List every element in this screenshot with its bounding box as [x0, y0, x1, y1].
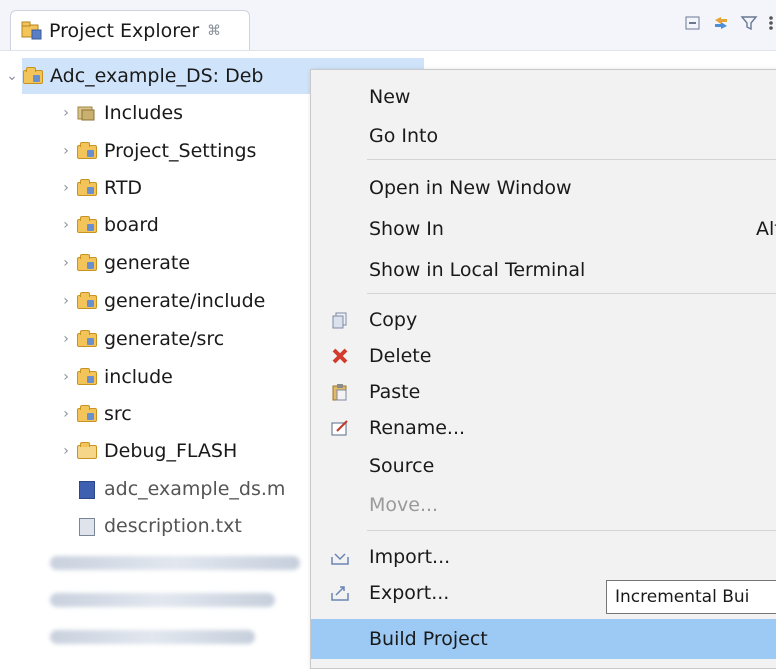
blurred-tree-item [50, 582, 275, 618]
tree-item[interactable]: › RTD [56, 170, 142, 206]
folder-icon [76, 216, 98, 234]
collapse-arrow-icon[interactable]: › [56, 180, 76, 196]
tree-item[interactable]: › Includes [56, 95, 183, 131]
folder-icon [76, 330, 98, 348]
menu-separator [367, 159, 776, 160]
collapse-arrow-icon[interactable]: › [56, 369, 76, 385]
expand-chevron-icon[interactable]: ⌄ [2, 68, 22, 84]
tree-item-label: generate/src [104, 328, 225, 350]
collapse-arrow-icon[interactable]: › [56, 105, 76, 121]
tree-item-label: RTD [104, 177, 143, 199]
view-toolbar [684, 14, 776, 32]
menu-item-show-in-local-terminal[interactable]: Show in Local Terminal [311, 252, 776, 288]
tree-item[interactable]: › generate/src [56, 321, 224, 357]
menu-item-delete[interactable]: Delete [311, 338, 776, 374]
paste-icon [331, 383, 349, 401]
collapse-arrow-icon[interactable]: › [56, 331, 76, 347]
view-header: Project Explorer ⌘ [0, 0, 776, 51]
tree-file-label: description.txt [104, 515, 242, 537]
menu-item-source[interactable]: Source [311, 448, 776, 484]
project-explorer-tab[interactable]: Project Explorer ⌘ [10, 10, 250, 50]
context-menu: New Go Into Open in New Window Show In A… [310, 69, 776, 669]
tooltip: Incremental Bui [606, 580, 776, 614]
blurred-tree-item [50, 545, 300, 581]
tree-item[interactable]: › include [56, 359, 173, 395]
menu-item-go-into[interactable]: Go Into [311, 118, 776, 154]
text-file-icon [76, 517, 98, 536]
tree-item[interactable]: › generate/include [56, 283, 265, 319]
folder-icon [76, 368, 98, 386]
menu-item-open-in-new-window[interactable]: Open in New Window [311, 170, 776, 206]
copy-icon [331, 311, 349, 329]
menu-item-paste[interactable]: Paste [311, 374, 776, 410]
tree-item-label: generate/include [104, 290, 266, 312]
rename-icon [331, 419, 349, 437]
view-menu-icon[interactable] [768, 14, 776, 32]
collapse-all-icon[interactable] [684, 14, 702, 32]
close-view-icon[interactable]: ⌘ [207, 23, 221, 39]
collapse-arrow-icon[interactable]: › [56, 217, 76, 233]
tree-item[interactable]: › board [56, 207, 159, 243]
menu-item-copy[interactable]: Copy [311, 302, 776, 338]
delete-icon [331, 347, 349, 365]
project-explorer-icon [21, 21, 43, 41]
folder-icon [76, 179, 98, 197]
menu-item-new[interactable]: New [311, 79, 776, 115]
collapse-arrow-icon[interactable]: › [56, 143, 76, 159]
filter-icon[interactable] [740, 14, 758, 32]
includes-icon [76, 104, 98, 122]
view-title: Project Explorer [49, 19, 200, 42]
collapse-arrow-icon[interactable]: › [56, 406, 76, 422]
blurred-tree-item [50, 619, 255, 655]
folder-icon [76, 405, 98, 423]
menu-item-build-project[interactable]: Build Project [311, 619, 776, 659]
menu-item-import[interactable]: Import... [311, 539, 776, 575]
tree-item[interactable]: › Debug_FLASH [56, 433, 237, 469]
mex-file-icon [76, 480, 98, 499]
tree-item-label: Debug_FLASH [104, 440, 238, 462]
folder-icon [76, 254, 98, 272]
tree-item-label: include [104, 366, 173, 388]
project-folder-icon [22, 67, 44, 85]
menu-item-move: Move... [369, 494, 439, 516]
tree-root-label: Adc_example_DS: Deb [50, 65, 264, 87]
tree-item-label: Project_Settings [104, 140, 257, 162]
tree-file-label: adc_example_ds.m [104, 478, 286, 500]
tree-file[interactable]: description.txt [76, 508, 242, 544]
link-editor-icon[interactable] [712, 14, 730, 32]
import-icon [331, 548, 349, 566]
menu-item-rename[interactable]: Rename... [311, 410, 776, 446]
collapse-arrow-icon[interactable]: › [56, 293, 76, 309]
tree-item-label: generate [104, 252, 191, 274]
menu-separator [367, 530, 776, 531]
tree-item[interactable]: › generate [56, 245, 190, 281]
folder-icon [76, 142, 98, 160]
tree-file[interactable]: adc_example_ds.m [76, 471, 285, 507]
collapse-arrow-icon[interactable]: › [56, 255, 76, 271]
tree-item-label: board [104, 214, 159, 236]
tree-item-label: src [104, 403, 132, 425]
menu-separator [367, 293, 776, 294]
folder-icon [76, 292, 98, 310]
menu-item-show-in[interactable]: Show In Alt+ [311, 211, 776, 247]
tree-item-label: Includes [104, 102, 184, 124]
collapse-arrow-icon[interactable]: › [56, 443, 76, 459]
tree-item[interactable]: › src [56, 396, 132, 432]
output-folder-icon [76, 442, 98, 460]
show-in-accelerator: Alt+ [756, 218, 776, 240]
tree-item[interactable]: › Project_Settings [56, 133, 256, 169]
export-icon [331, 584, 349, 602]
